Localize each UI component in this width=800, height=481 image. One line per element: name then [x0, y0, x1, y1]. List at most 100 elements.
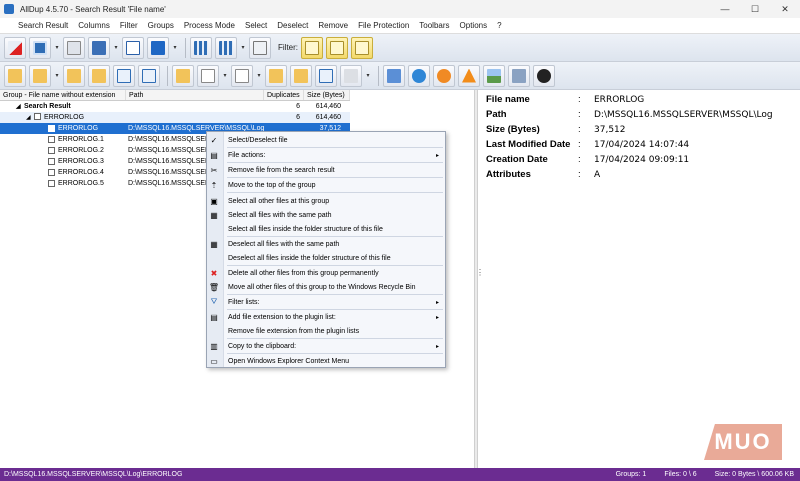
select-folder2-button[interactable] [290, 64, 312, 87]
folder-arrow-icon [8, 68, 22, 83]
columns-button[interactable] [190, 36, 212, 59]
maximize-button[interactable]: ☐ [740, 0, 770, 18]
detail-value: ERRORLOG [594, 94, 645, 105]
compare-button[interactable] [315, 64, 337, 87]
size-unit-button[interactable] [249, 36, 271, 59]
menu-options[interactable]: Options [460, 21, 488, 30]
menu-help[interactable]: ? [497, 21, 501, 30]
undo-dropdown[interactable]: ▾ [365, 65, 371, 87]
header-group[interactable]: Group - File name without extension [0, 90, 126, 100]
open-folder-button[interactable] [172, 64, 194, 87]
save-dropdown[interactable]: ▾ [113, 37, 119, 59]
filter-button-3[interactable] [351, 36, 373, 59]
log-button[interactable] [63, 36, 85, 59]
menu-move-to-recycle-bin[interactable]: 🗑 Move all other files of this group to t… [207, 280, 445, 294]
move-back-button[interactable] [4, 64, 26, 87]
open-file-button[interactable] [197, 64, 219, 87]
menu-remove[interactable]: Remove [318, 21, 348, 30]
undo-button[interactable] [340, 64, 362, 87]
exif-button[interactable] [508, 64, 530, 87]
file-checkbox[interactable] [48, 179, 55, 187]
menu-filter-lists[interactable]: ⛛ Filter lists: ▸ [207, 295, 445, 309]
header-size[interactable]: Size (Bytes) [304, 90, 350, 100]
menu-move-to-top[interactable]: ⇡ Move to the top of the group [207, 178, 445, 192]
header-duplicates[interactable]: Duplicates [264, 90, 304, 100]
media-player-button[interactable] [433, 64, 455, 87]
vlc-button[interactable] [458, 64, 480, 87]
select-folder-button[interactable] [265, 64, 287, 87]
menu-deselect-same-path[interactable]: ▦ Deselect all files with the same path [207, 237, 445, 251]
menu-deselect-folder-structure[interactable]: Deselect all files inside the folder str… [207, 251, 445, 265]
detail-value: 37,512 [594, 124, 626, 135]
expand-icon[interactable]: ◢ [26, 113, 34, 124]
close-result-button[interactable] [147, 36, 169, 59]
tree-root-row[interactable]: ◢ Search Result 6 614,460 [0, 101, 350, 112]
window-title: AllDup 4.5.70 - Search Result 'File name… [20, 4, 166, 14]
detail-key: Size (Bytes) [486, 124, 540, 135]
menu-filter[interactable]: Filter [120, 21, 138, 30]
kb-mb-icon [253, 40, 267, 55]
menu-delete-permanently[interactable]: ✖ Delete all other files from this group … [207, 266, 445, 280]
pane-splitter[interactable] [474, 90, 478, 468]
menu-groups[interactable]: Groups [148, 21, 174, 30]
group-size: 614,460 [315, 114, 341, 121]
file-icon [201, 68, 215, 83]
image-viewer-button[interactable] [383, 64, 405, 87]
close-result-dropdown[interactable]: ▾ [172, 37, 178, 59]
group-checkbox[interactable] [34, 113, 41, 121]
file-checkbox[interactable] [48, 146, 55, 154]
file-checkbox[interactable] [48, 135, 55, 143]
move-forward-button[interactable] [29, 64, 51, 87]
menu-open-explorer-context[interactable]: ▭ Open Windows Explorer Context Menu [207, 354, 445, 368]
filter-button-2[interactable] [326, 36, 348, 59]
move-up-button[interactable] [113, 64, 135, 87]
view-dropdown[interactable]: ▾ [54, 37, 60, 59]
file-checkbox[interactable] [48, 124, 55, 132]
file-checkbox[interactable] [48, 157, 55, 165]
file-icon [235, 68, 249, 83]
audio-button[interactable] [533, 64, 555, 87]
menu-copy-to-clipboard[interactable]: ▥ Copy to the clipboard: ▸ [207, 339, 445, 353]
header-path[interactable]: Path [126, 90, 264, 100]
menu-search-result[interactable]: Search Result [18, 21, 68, 30]
file-properties-button[interactable] [231, 64, 253, 87]
menu-process-mode[interactable]: Process Mode [184, 21, 235, 30]
filter-button-1[interactable] [301, 36, 323, 59]
menu-add-plugin-extension[interactable]: ▤ Add file extension to the plugin list: ▸ [207, 310, 445, 324]
title-bar: AllDup 4.5.70 - Search Result 'File name… [0, 0, 800, 18]
browser-button[interactable] [408, 64, 430, 87]
menu-remove-file[interactable]: ✂ Remove file from the search result [207, 163, 445, 177]
menu-select-deselect-file[interactable]: ✓ Select/Deselect file [207, 133, 445, 147]
folder-arrow-icon [33, 68, 47, 83]
splitter-grip-icon[interactable]: ⋮ [476, 268, 484, 277]
move-dropdown[interactable]: ▾ [54, 65, 60, 87]
save-button[interactable] [88, 36, 110, 59]
delete-results-button[interactable] [4, 36, 26, 59]
copy-folder-button[interactable] [63, 64, 85, 87]
layout-dropdown[interactable]: ▾ [240, 37, 246, 59]
file-name: ERRORLOG [58, 125, 99, 132]
view-button[interactable] [29, 36, 51, 59]
menu-remove-plugin-extension[interactable]: Remove file extension from the plugin li… [207, 324, 445, 338]
help-button[interactable] [122, 36, 144, 59]
menu-file-actions[interactable]: ▤ File actions: ▸ [207, 148, 445, 162]
menu-toolbars[interactable]: Toolbars [419, 21, 449, 30]
landscape-button[interactable] [483, 64, 505, 87]
menu-select[interactable]: Select [245, 21, 267, 30]
open-file-dropdown[interactable]: ▾ [222, 65, 228, 87]
layout-button[interactable] [215, 36, 237, 59]
new-folder-button[interactable] [88, 64, 110, 87]
menu-deselect[interactable]: Deselect [277, 21, 308, 30]
menu-select-folder-structure[interactable]: Select all files inside the folder struc… [207, 222, 445, 236]
menu-file-protection[interactable]: File Protection [358, 21, 409, 30]
file-properties-dropdown[interactable]: ▾ [256, 65, 262, 87]
file-checkbox[interactable] [48, 168, 55, 176]
group-row[interactable]: ◢ ERRORLOG 6 614,460 [0, 112, 350, 123]
menu-columns[interactable]: Columns [78, 21, 110, 30]
move-down-button[interactable] [138, 64, 160, 87]
detail-row: Path: D:\MSSQL16.MSSQLSERVER\MSSQL\Log [486, 109, 773, 120]
close-button[interactable]: ✕ [770, 0, 800, 18]
menu-select-all-other[interactable]: ▣ Select all other files at this group [207, 194, 445, 208]
menu-select-same-path[interactable]: ▦ Select all files with the same path [207, 208, 445, 222]
minimize-button[interactable]: — [710, 0, 740, 18]
